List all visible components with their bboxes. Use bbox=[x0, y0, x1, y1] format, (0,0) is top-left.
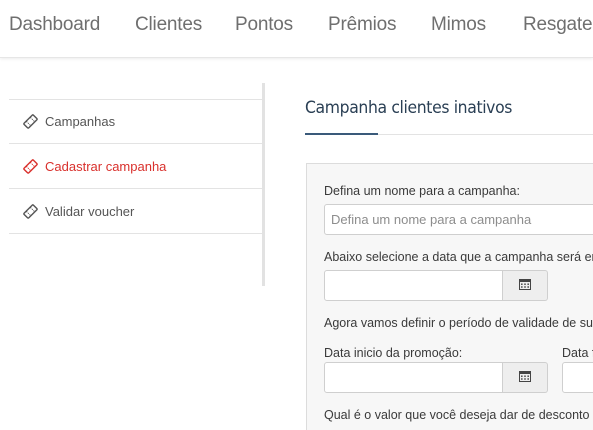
end-date-input[interactable] bbox=[562, 362, 593, 393]
sidebar-divider bbox=[262, 83, 265, 286]
start-date-input[interactable] bbox=[324, 362, 503, 393]
nav-item-premios[interactable]: Prêmios bbox=[328, 14, 396, 36]
top-navigation: Dashboard Clientes Pontos Prêmios Mimos … bbox=[0, 0, 593, 58]
nav-item-clientes[interactable]: Clientes bbox=[135, 14, 202, 36]
sidebar-item-label: Validar voucher bbox=[45, 203, 135, 219]
ticket-icon bbox=[23, 158, 38, 174]
sidebar-item-label: Campanhas bbox=[45, 114, 116, 129]
calendar-icon bbox=[519, 369, 531, 387]
send-date-input[interactable] bbox=[324, 270, 503, 301]
campaign-name-input[interactable] bbox=[324, 204, 593, 235]
sidebar-item-label: Cadastrar campanha bbox=[45, 158, 167, 174]
sidebar-item-cadastrar-campanha[interactable]: Cadastrar campanha bbox=[9, 144, 262, 189]
send-date-calendar-button[interactable] bbox=[503, 270, 548, 301]
calendar-icon bbox=[519, 277, 531, 295]
sidebar-menu: Campanhas Cadastrar campanha Validar vou… bbox=[9, 99, 262, 234]
nav-item-mimos[interactable]: Mimos bbox=[431, 14, 486, 36]
discount-label: Qual é o valor que você deseja dar de de… bbox=[324, 408, 593, 422]
campaign-form-panel: Defina um nome para a campanha: Abaixo s… bbox=[306, 163, 593, 430]
title-accent-bar bbox=[305, 133, 378, 135]
nav-item-pontos[interactable]: Pontos bbox=[235, 14, 293, 36]
send-date-label: Abaixo selecione a data que a campanha s… bbox=[324, 250, 593, 264]
start-date-label: Data inicio da promoção: bbox=[324, 346, 463, 360]
page-title: Campanha clientes inativos bbox=[305, 98, 513, 118]
ticket-icon bbox=[23, 114, 38, 129]
ticket-icon bbox=[23, 203, 38, 219]
validity-label: Agora vamos definir o período de validad… bbox=[324, 316, 593, 330]
start-date-calendar-button[interactable] bbox=[503, 362, 548, 393]
sidebar-item-campanhas[interactable]: Campanhas bbox=[9, 99, 262, 144]
nav-item-resgates[interactable]: Resgates bbox=[523, 14, 593, 36]
sidebar-item-validar-voucher[interactable]: Validar voucher bbox=[9, 189, 262, 234]
campaign-name-label: Defina um nome para a campanha: bbox=[324, 184, 520, 198]
nav-item-dashboard[interactable]: Dashboard bbox=[9, 14, 100, 36]
end-date-label: Data f bbox=[562, 346, 593, 360]
